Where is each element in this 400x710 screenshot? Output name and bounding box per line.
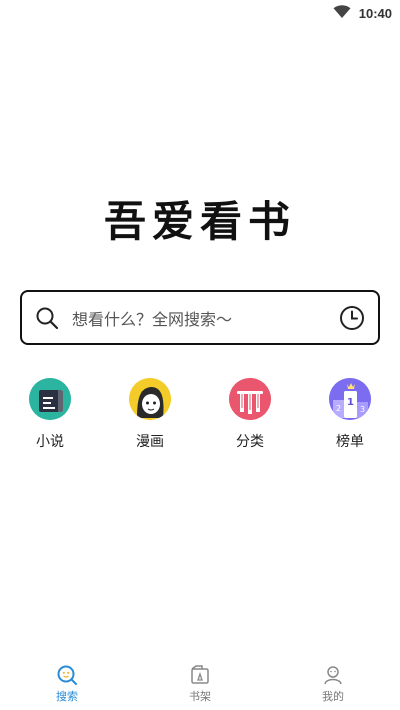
tab-label: 书架 (189, 690, 211, 703)
svg-text:1: 1 (347, 397, 354, 408)
tab-label: 我的 (322, 690, 344, 703)
tab-bookshelf[interactable]: 书架 (160, 662, 240, 704)
search-icon (34, 305, 60, 331)
bottom-nav: 搜索 书架 我的 (0, 662, 400, 710)
svg-text:2: 2 (336, 404, 341, 413)
tab-search[interactable]: 搜索 (27, 662, 107, 704)
history-clock-icon[interactable] (338, 304, 366, 332)
shortcut-category[interactable]: 分类 (220, 378, 280, 451)
tab-profile[interactable]: 我的 (293, 662, 373, 704)
app-screen: 10:40 吾爱看书 想看什么？全网搜索～ 小说 漫画 分类 1 2 3 榜单 … (0, 0, 400, 710)
svg-text:3: 3 (360, 405, 365, 414)
ranking-podium-icon: 1 2 3 (329, 378, 371, 420)
category-shortcuts: 小说 漫画 分类 1 2 3 榜单 (0, 378, 400, 458)
shortcut-label: 漫画 (136, 434, 164, 450)
app-logo: 吾爱看书 (103, 197, 296, 246)
shortcut-label: 小说 (36, 434, 64, 450)
shortcut-ranking[interactable]: 1 2 3 榜单 (320, 378, 380, 451)
novel-book-icon (29, 378, 71, 420)
category-icon (229, 378, 271, 420)
search-tab-icon (55, 662, 79, 686)
wifi-icon (333, 4, 351, 23)
search-input[interactable]: 想看什么？全网搜索～ (72, 306, 338, 330)
status-bar: 10:40 (0, 0, 400, 26)
search-box[interactable]: 想看什么？全网搜索～ (20, 290, 380, 345)
tab-label: 搜索 (56, 690, 78, 703)
shortcut-label: 榜单 (336, 434, 364, 450)
bookshelf-tab-icon (188, 662, 212, 686)
shortcut-label: 分类 (236, 434, 264, 450)
comic-character-icon (129, 378, 171, 420)
shortcut-novel[interactable]: 小说 (20, 378, 80, 451)
shortcut-comic[interactable]: 漫画 (120, 378, 180, 451)
status-time: 10:40 (358, 5, 392, 21)
profile-tab-icon (321, 662, 345, 686)
